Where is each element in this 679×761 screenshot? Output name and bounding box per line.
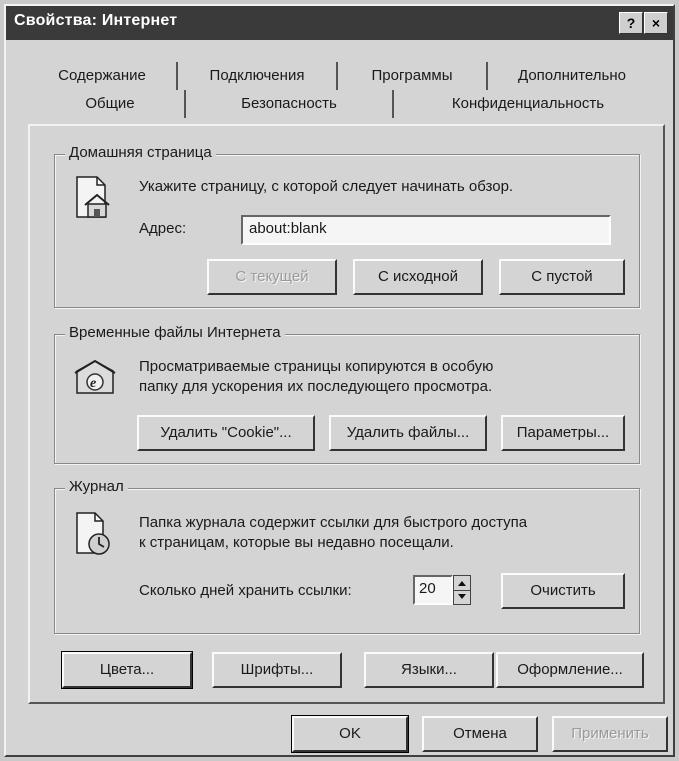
temp-description-line2: папку для ускорения их последующего прос… [139,378,493,395]
history-group: Журнал Папка журнала содержит ссылки для… [54,478,640,634]
tab-security[interactable]: Безопасность [184,90,392,118]
history-description-line2: к страницам, которые вы недавно посещали… [139,534,454,551]
window-title: Свойства: Интернет [14,12,178,29]
spin-down-arrow-icon[interactable] [454,590,470,604]
close-button[interactable]: × [644,12,668,34]
apply-button[interactable]: Применить [552,716,668,752]
days-spinner[interactable] [453,575,471,605]
general-tab-panel: Домашняя страница Укажите страницу, с ко… [28,124,665,704]
appearance-button[interactable]: Оформление... [496,652,644,688]
svg-text:e: e [90,376,96,391]
days-to-keep-input[interactable]: 20 [413,575,453,605]
tab-programs[interactable]: Программы [336,62,486,90]
spin-up-arrow-icon[interactable] [454,576,470,591]
temp-files-group: Временные файлы Интернета e Просматривае… [54,324,640,464]
history-clock-icon [76,512,110,555]
colors-button[interactable]: Цвета... [61,651,193,689]
tab-connections[interactable]: Подключения [176,62,336,90]
home-page-legend: Домашняя страница [65,144,216,161]
use-blank-button[interactable]: С пустой [499,259,625,295]
use-default-button[interactable]: С исходной [353,259,483,295]
delete-files-button[interactable]: Удалить файлы... [329,415,487,451]
tab-advanced[interactable]: Дополнительно [486,62,656,90]
internet-properties-window: Свойства: Интернет ? × Содержание Подклю… [4,4,675,757]
ok-button[interactable]: OK [291,715,409,753]
history-legend: Журнал [65,478,128,495]
tab-content[interactable]: Содержание [28,62,176,90]
title-bar[interactable]: Свойства: Интернет ? × [6,6,673,40]
fonts-button[interactable]: Шрифты... [212,652,342,688]
languages-button[interactable]: Языки... [364,652,494,688]
home-page-group: Домашняя страница Укажите страницу, с ко… [54,144,640,308]
temp-files-legend: Временные файлы Интернета [65,324,285,341]
home-description: Укажите страницу, с которой следует начи… [139,178,514,195]
temp-description-line1: Просматриваемые страницы копируются в ос… [139,358,494,375]
use-current-button[interactable]: С текущей [207,259,337,295]
tab-privacy[interactable]: Конфиденциальность [392,90,662,118]
home-page-icon [76,176,110,218]
temp-files-folder-icon: e [74,359,116,394]
settings-button[interactable]: Параметры... [501,415,625,451]
clear-history-button[interactable]: Очистить [501,573,625,609]
tab-general[interactable]: Общие [36,90,184,118]
history-description-line1: Папка журнала содержит ссылки для быстро… [139,514,528,531]
help-button[interactable]: ? [619,12,643,34]
cancel-button[interactable]: Отмена [422,716,538,752]
delete-cookies-button[interactable]: Удалить "Cookie"... [137,415,315,451]
address-label: Адрес: [139,220,187,237]
address-input[interactable]: about:blank [241,215,611,245]
days-to-keep-label: Сколько дней хранить ссылки: [139,582,352,599]
